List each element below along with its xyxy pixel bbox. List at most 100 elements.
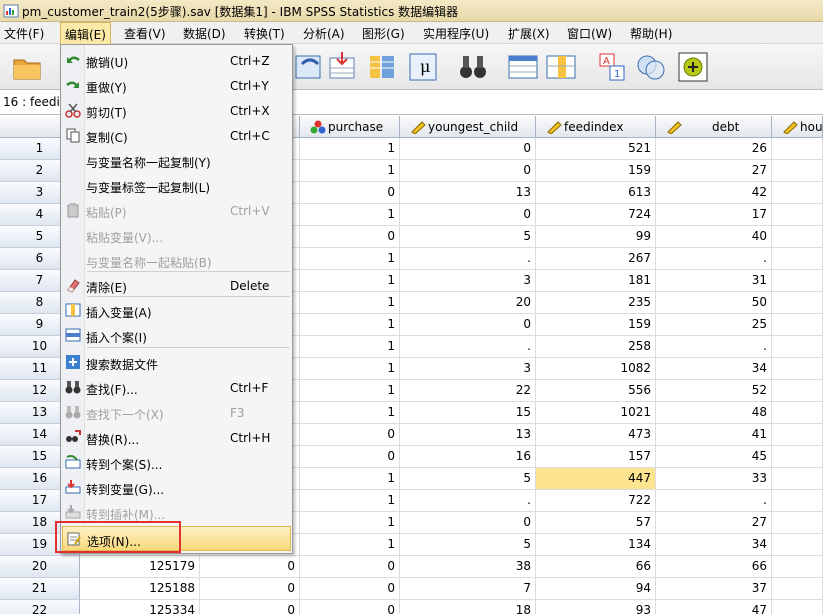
cell-hou-8[interactable]	[772, 292, 823, 314]
row-number-22[interactable]: 22	[0, 600, 80, 614]
cell-feedindex-4[interactable]: 724	[536, 204, 656, 226]
cell-id-20[interactable]: 125179	[80, 556, 200, 578]
cell-hou-21[interactable]	[772, 578, 823, 600]
cell-feedindex-7[interactable]: 181	[536, 270, 656, 292]
cell-debt-5[interactable]: 40	[656, 226, 772, 248]
value-labels-icon[interactable]: A 1	[596, 50, 630, 84]
cell-debt-6[interactable]: .	[656, 248, 772, 270]
edit-menu-item-13[interactable]: 查找(F)... Ctrl+F	[62, 375, 291, 400]
cell-hou-1[interactable]	[772, 138, 823, 160]
cell-hou-22[interactable]	[772, 600, 823, 614]
cell-youngest_child-16[interactable]: 5	[400, 468, 536, 490]
cell-purchase-1[interactable]: 1	[300, 138, 400, 160]
cell-purchase-9[interactable]: 1	[300, 314, 400, 336]
cell-youngest_child-7[interactable]: 3	[400, 270, 536, 292]
cell-feedindex-6[interactable]: 267	[536, 248, 656, 270]
cell-debt-22[interactable]: 47	[656, 600, 772, 614]
cell-feedindex-1[interactable]: 521	[536, 138, 656, 160]
cell-hou-2[interactable]	[772, 160, 823, 182]
menu-transform[interactable]: 转换(T)	[244, 25, 285, 42]
cell-youngest_child-19[interactable]: 5	[400, 534, 536, 556]
cell-c2-21[interactable]: 0	[200, 578, 300, 600]
menu-file[interactable]: 文件(F)	[4, 25, 44, 42]
column-header-feedindex[interactable]: feedindex	[536, 116, 656, 138]
cell-hou-3[interactable]	[772, 182, 823, 204]
cell-debt-3[interactable]: 42	[656, 182, 772, 204]
edit-menu-item-1[interactable]: 重做(Y) Ctrl+Y	[62, 73, 291, 98]
cell-youngest_child-11[interactable]: 3	[400, 358, 536, 380]
cell-feedindex-18[interactable]: 57	[536, 512, 656, 534]
cell-purchase-2[interactable]: 1	[300, 160, 400, 182]
cell-purchase-8[interactable]: 1	[300, 292, 400, 314]
cell-youngest_child-12[interactable]: 22	[400, 380, 536, 402]
cell-hou-5[interactable]	[772, 226, 823, 248]
cell-purchase-6[interactable]: 1	[300, 248, 400, 270]
cell-debt-7[interactable]: 31	[656, 270, 772, 292]
cell-hou-6[interactable]	[772, 248, 823, 270]
cell-debt-12[interactable]: 52	[656, 380, 772, 402]
goto-variable-toolbar-icon[interactable]	[326, 50, 360, 84]
cell-debt-9[interactable]: 25	[656, 314, 772, 336]
cell-c2-20[interactable]: 0	[200, 556, 300, 578]
cell-hou-10[interactable]	[772, 336, 823, 358]
cell-purchase-14[interactable]: 0	[300, 424, 400, 446]
cell-purchase-16[interactable]: 1	[300, 468, 400, 490]
edit-menu-item-0[interactable]: 撤销(U) Ctrl+Z	[62, 48, 291, 73]
cell-purchase-7[interactable]: 1	[300, 270, 400, 292]
cell-youngest_child-6[interactable]: .	[400, 248, 536, 270]
edit-menu-item-4[interactable]: 与变量名称一起复制(Y)	[62, 148, 291, 173]
cell-purchase-15[interactable]: 0	[300, 446, 400, 468]
cell-feedindex-22[interactable]: 93	[536, 600, 656, 614]
row-number-20[interactable]: 20	[0, 556, 80, 578]
insert-variable-toolbar-icon[interactable]	[544, 50, 578, 84]
column-header-hou[interactable]: hou	[772, 116, 823, 138]
cell-purchase-21[interactable]: 0	[300, 578, 400, 600]
cell-youngest_child-9[interactable]: 0	[400, 314, 536, 336]
cell-debt-13[interactable]: 48	[656, 402, 772, 424]
edit-menu-item-9[interactable]: 清除(E) Delete	[62, 273, 291, 298]
insert-cases-icon[interactable]	[506, 50, 540, 84]
cell-debt-19[interactable]: 34	[656, 534, 772, 556]
cell-feedindex-16[interactable]: 447	[536, 468, 656, 490]
cell-feedindex-21[interactable]: 94	[536, 578, 656, 600]
cell-youngest_child-2[interactable]: 0	[400, 160, 536, 182]
cell-youngest_child-4[interactable]: 0	[400, 204, 536, 226]
row-number-21[interactable]: 21	[0, 578, 80, 600]
cell-hou-15[interactable]	[772, 446, 823, 468]
cell-purchase-10[interactable]: 1	[300, 336, 400, 358]
cell-youngest_child-15[interactable]: 16	[400, 446, 536, 468]
cell-feedindex-11[interactable]: 1082	[536, 358, 656, 380]
edit-menu-item-5[interactable]: 与变量标签一起复制(L)	[62, 173, 291, 198]
cell-purchase-11[interactable]: 1	[300, 358, 400, 380]
cell-youngest_child-18[interactable]: 0	[400, 512, 536, 534]
edit-menu-item-2[interactable]: 剪切(T) Ctrl+X	[62, 98, 291, 123]
cell-purchase-3[interactable]: 0	[300, 182, 400, 204]
cell-id-22[interactable]: 125334	[80, 600, 200, 614]
cell-youngest_child-8[interactable]: 20	[400, 292, 536, 314]
variables-icon[interactable]	[366, 50, 400, 84]
cell-feedindex-10[interactable]: 258	[536, 336, 656, 358]
cell-debt-20[interactable]: 66	[656, 556, 772, 578]
cell-purchase-13[interactable]: 1	[300, 402, 400, 424]
cell-debt-1[interactable]: 26	[656, 138, 772, 160]
descriptive-statistics-icon[interactable]: μ	[406, 50, 440, 84]
open-folder-icon[interactable]	[10, 50, 44, 84]
cell-feedindex-2[interactable]: 159	[536, 160, 656, 182]
cell-debt-18[interactable]: 27	[656, 512, 772, 534]
cell-feedindex-3[interactable]: 613	[536, 182, 656, 204]
menu-data[interactable]: 数据(D)	[183, 25, 226, 42]
cell-hou-13[interactable]	[772, 402, 823, 424]
cell-debt-10[interactable]: .	[656, 336, 772, 358]
cell-debt-14[interactable]: 41	[656, 424, 772, 446]
cell-hou-11[interactable]	[772, 358, 823, 380]
cell-youngest_child-10[interactable]: .	[400, 336, 536, 358]
cell-hou-7[interactable]	[772, 270, 823, 292]
cell-youngest_child-3[interactable]: 13	[400, 182, 536, 204]
column-header-youngest-child[interactable]: youngest_child	[400, 116, 536, 138]
use-variable-sets-icon[interactable]	[634, 50, 668, 84]
cell-debt-21[interactable]: 37	[656, 578, 772, 600]
cell-hou-12[interactable]	[772, 380, 823, 402]
cell-hou-4[interactable]	[772, 204, 823, 226]
menu-window[interactable]: 窗口(W)	[567, 25, 612, 42]
cell-feedindex-15[interactable]: 157	[536, 446, 656, 468]
